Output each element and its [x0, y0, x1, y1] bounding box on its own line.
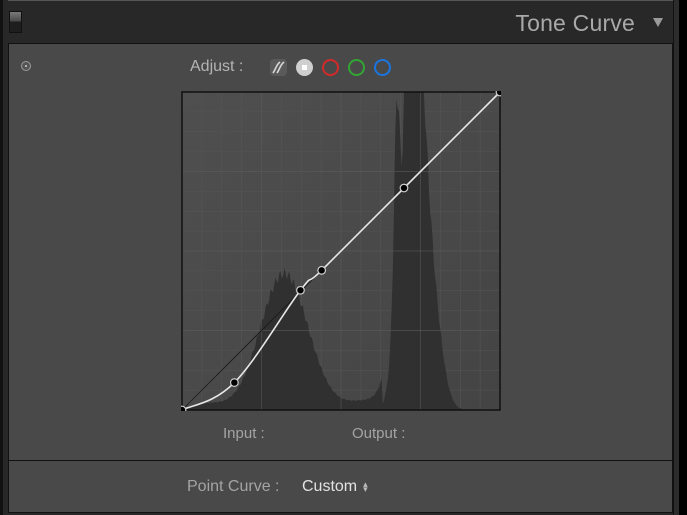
parametric-curve-icon: [272, 61, 285, 74]
tone-curve-window: Tone Curve Adjust : Input: Output: Poi…: [0, 0, 679, 515]
curve-control-point[interactable]: [229, 378, 239, 387]
right-edge: [673, 0, 679, 515]
point-curve-value: Custom: [302, 478, 358, 495]
curve-canvas[interactable]: [181, 91, 501, 411]
curve-graph[interactable]: [181, 91, 501, 411]
left-edge: [0, 0, 3, 515]
tone-curve-panel: Adjust : Input: Output:: [8, 43, 673, 461]
adjust-label: Adjust :: [190, 58, 244, 75]
curve-control-point[interactable]: [495, 91, 501, 97]
target-adjust-icon[interactable]: [21, 61, 31, 71]
output-label: Output :: [352, 425, 406, 442]
output-readout: Output :: [352, 425, 405, 442]
curve-control-point[interactable]: [296, 285, 305, 295]
input-readout: Input :: [223, 425, 265, 442]
point-curve-select[interactable]: Custom ▴ ▾: [302, 478, 368, 496]
blue-channel-button[interactable]: [374, 59, 391, 76]
curve-control-point[interactable]: [317, 265, 327, 275]
green-channel-button[interactable]: [348, 59, 365, 76]
input-label: Input :: [223, 425, 265, 442]
curve-control-point[interactable]: [181, 405, 187, 411]
point-curve-label: Point Curve :: [187, 478, 280, 495]
parametric-curve-button[interactable]: [270, 59, 287, 76]
point-curve-section: Point Curve : Custom ▴ ▾: [8, 460, 673, 513]
panel-toggle-switch-icon[interactable]: [9, 11, 22, 33]
curve-control-point[interactable]: [399, 183, 409, 193]
collapse-triangle-icon[interactable]: [653, 18, 663, 27]
red-channel-button[interactable]: [322, 59, 339, 76]
up-down-arrows-icon: ▴ ▾: [363, 479, 368, 494]
rgb-channel-button[interactable]: [296, 59, 313, 76]
panel-header[interactable]: Tone Curve: [3, 1, 673, 42]
panel-title: Tone Curve: [515, 10, 635, 36]
